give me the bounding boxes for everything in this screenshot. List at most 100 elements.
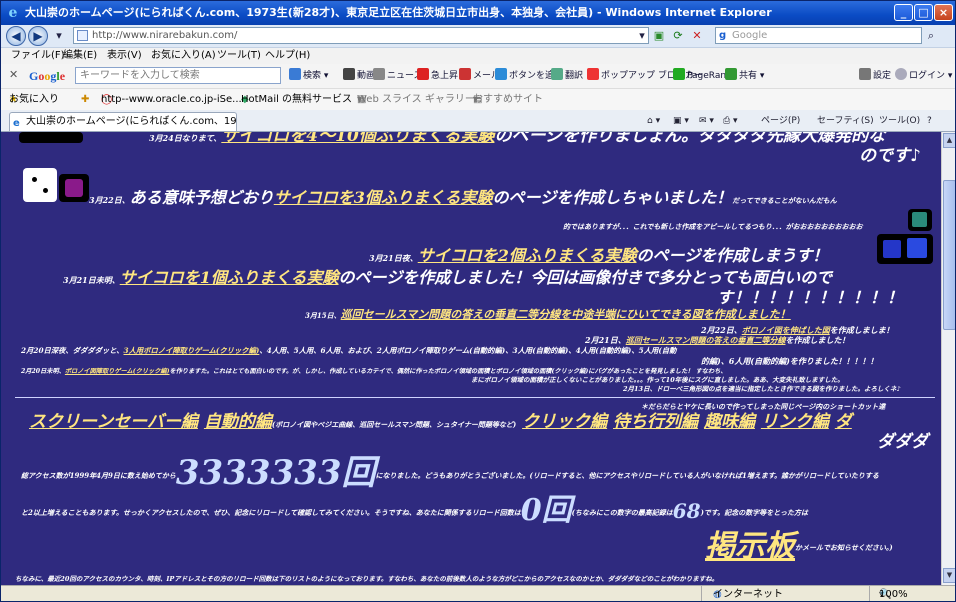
blue-dice-image xyxy=(877,234,933,264)
access-counter: 3333333回 xyxy=(175,453,376,493)
search-placeholder: Google xyxy=(732,30,768,41)
category-end-text: ダダダ xyxy=(877,432,928,452)
dice-4-10-link[interactable]: サイコロを4〜10個ふりまくる実験 xyxy=(221,132,494,146)
recent-pages-dropdown-icon[interactable]: ▾ xyxy=(51,28,67,44)
home-icon[interactable]: ⌂ ▾ xyxy=(647,114,660,128)
read-mail-icon[interactable]: ✉ ▾ xyxy=(699,114,714,128)
menu-file[interactable]: ファイル(F) xyxy=(11,48,65,64)
reload-text: と2以上増えることもあります。せっかくアクセスしたので、ぜひ、記念にリロードして… xyxy=(21,508,521,517)
white-dice-image xyxy=(23,168,57,202)
news-date: 3月21日未明、 xyxy=(63,275,120,285)
hobby-link[interactable]: 趣味編 xyxy=(704,412,755,432)
trending-button[interactable]: 急上昇 xyxy=(417,67,458,86)
maximize-button[interactable]: □ xyxy=(914,4,933,21)
page-menu[interactable]: ページ(P) xyxy=(761,114,800,128)
search-magnifier-icon[interactable]: ⌕ xyxy=(923,28,939,44)
screensaver-link[interactable]: スクリーンセーバー編 xyxy=(29,412,198,432)
tab-current[interactable]: e 大山崇のホームページ(にらればくん.com、1973生(新28... xyxy=(9,112,237,131)
back-arrow-icon[interactable]: ◀ xyxy=(6,26,26,46)
news-text: 2月13日、ドローベ三角形図の点を適当に指定したとき作できる図を作りました。よろ… xyxy=(623,385,901,393)
google-logo: Google xyxy=(29,69,66,83)
help-icon[interactable]: ? xyxy=(927,114,932,128)
tab-ie-icon: e xyxy=(13,118,20,129)
news-button[interactable]: ニュース xyxy=(373,67,423,86)
stop-icon[interactable]: ✕ xyxy=(689,28,705,44)
search-box[interactable]: g Google xyxy=(715,27,922,44)
menu-tools[interactable]: ツール(T) xyxy=(217,48,261,64)
favorite-suggested[interactable]: ▤ おすすめサイト ▾ xyxy=(473,89,543,110)
video-button[interactable]: 動画 xyxy=(343,67,375,86)
tsp-bisector-link[interactable]: 巡回セールスマン問題の答えの垂直二等分線を中途半端にひいてできる図を作成しました… xyxy=(341,308,791,321)
vertical-scrollbar[interactable]: ▲ ▼ xyxy=(941,132,955,585)
tools-menu[interactable]: ツール(O) xyxy=(879,114,920,128)
queue-link[interactable]: 待ち行列編 xyxy=(613,412,698,432)
link-link[interactable]: リンク編 xyxy=(761,412,829,432)
voronoi-game-3p-link[interactable]: 3人用ボロノイ陣取りゲーム(クリック編) xyxy=(124,346,260,355)
close-button[interactable]: × xyxy=(934,4,953,21)
access-text: 総アクセス数が1999年4月9日に数え始めてから xyxy=(21,471,176,480)
dice-1-link[interactable]: サイコロを1個ふりまくる実験 xyxy=(120,268,339,287)
scroll-down-icon[interactable]: ▼ xyxy=(943,568,955,583)
forward-arrow-icon[interactable]: ▶ xyxy=(28,26,48,46)
news-small-text: 的ではありますが．．．これでも新しさ作成をアピールしてるつもり．．．がおおおおお… xyxy=(563,222,863,231)
print-icon[interactable]: ⎙ ▾ xyxy=(723,114,738,128)
menu-favorites[interactable]: お気に入り(A) xyxy=(151,48,216,64)
news-text: す！！！！！！！！！！ xyxy=(717,288,905,307)
news-date: 3月22日、 xyxy=(89,195,130,205)
menu-edit[interactable]: 編集(E) xyxy=(63,48,97,64)
category-links: スクリーンセーバー編 自動的編(ボロノイ図やベジエ曲線、巡回セールスマン問題、シ… xyxy=(29,412,852,435)
translate-button[interactable]: 翻訳 xyxy=(551,67,583,86)
compatibility-icon[interactable]: ▣ xyxy=(651,28,667,44)
address-bar[interactable]: http://www.nirarebakun.com/ xyxy=(73,27,649,44)
auto-sub-text: (ボロノイ図やベジエ曲線、巡回セールスマン問題、シュタイナー問題等など) xyxy=(271,420,517,429)
address-dropdown-icon[interactable]: ▾ xyxy=(634,28,650,44)
minimize-button[interactable]: _ xyxy=(894,4,913,21)
auto-link[interactable]: 自動的編 xyxy=(204,412,272,432)
dice-2-link[interactable]: サイコロを2個ふりまくる実験 xyxy=(418,246,637,265)
voronoi-game-click-link[interactable]: ボロノイ図陣取りゲーム(クリック編) xyxy=(65,368,170,375)
ie-logo-icon: e xyxy=(8,5,18,21)
dice-image-strip xyxy=(19,132,83,143)
google-search-button[interactable]: 検索 ▾ xyxy=(289,67,328,86)
green-dice-image xyxy=(908,209,932,231)
scroll-thumb[interactable] xyxy=(943,180,955,330)
reload-max: 68 xyxy=(672,499,701,523)
mail-button[interactable]: メール xyxy=(459,67,500,86)
window-title: 大山崇のホームページ(にらればくん.com、1973生(新28才)、東京足立区在… xyxy=(25,6,772,19)
share-button[interactable]: 共有 ▾ xyxy=(725,67,764,86)
bbs-link[interactable]: 掲示板 xyxy=(705,529,795,564)
news-date: 3月15日、 xyxy=(305,311,341,320)
dadada-link[interactable]: ダ xyxy=(835,412,852,432)
safety-menu[interactable]: セーフティ(S) xyxy=(817,114,874,128)
voronoi-extended-link[interactable]: ボロノイ図を伸ばした図 xyxy=(742,325,830,335)
purple-dice-image xyxy=(59,174,89,202)
reload-counter: 0回 xyxy=(520,493,572,528)
google-search-input[interactable]: キーワードを入力して検索 xyxy=(75,67,281,84)
google-search-icon: g xyxy=(719,30,727,41)
news-date: 3月24日なりまて、 xyxy=(149,133,222,143)
news-date: 2月22日、 xyxy=(701,325,742,335)
menu-view[interactable]: 表示(V) xyxy=(107,48,142,64)
news-text-end: のです♪ xyxy=(859,146,921,166)
click-link[interactable]: クリック編 xyxy=(522,412,607,432)
log-text: ちなみに、最近20回のアクセスのカウンタ、時刻、IPアドレスとその方のリロード回… xyxy=(15,575,719,583)
shortcut-note: ＊だらだらとヤケに長いので作ってしまった同じページ内のショートカット達 xyxy=(641,402,886,411)
favorite-webslice[interactable]: ▦ Web スライス ギャラリー ▾ xyxy=(357,89,475,110)
news-text: 的編)、6人用(自動的編)を作りました！！！！！ xyxy=(701,356,878,366)
login-button[interactable]: ログイン ▾ xyxy=(895,67,952,86)
pagerank-button[interactable]: PageRank xyxy=(673,67,731,86)
add-favorite-icon[interactable]: ✚ xyxy=(81,89,89,110)
toolbar-close-icon[interactable]: ✕ xyxy=(9,68,18,81)
google-toolbar: ✕ Google キーワードを入力して検索 検索 ▾ 動画 ニュース 急上昇 メ… xyxy=(1,64,955,89)
dice-3-link[interactable]: サイコロを3個ふりまくる実験 xyxy=(274,188,493,207)
settings-button[interactable]: 設定 xyxy=(859,67,891,86)
page-content: 3月24日なりまて、サイコロを4〜10個ふりまくる実験のページを作りましょん。ダ… xyxy=(1,132,941,585)
news-text: まにボロノイ領域の面積が正しくないことがありました。。。作って10年後にスグに直… xyxy=(471,376,844,384)
menu-bar: ファイル(F) 編集(E) 表示(V) お気に入り(A) ツール(T) ヘルプ(… xyxy=(1,48,955,64)
zoom-level[interactable]: 🔍 100% ▾ xyxy=(879,586,908,601)
scroll-up-icon[interactable]: ▲ xyxy=(943,133,955,148)
refresh-icon[interactable]: ⟳ xyxy=(670,28,686,44)
menu-help[interactable]: ヘルプ(H) xyxy=(265,48,310,64)
feeds-icon[interactable]: ▣ ▾ xyxy=(673,114,689,128)
tsp-perpendicular-link[interactable]: 巡回セールスマン問題の答えの垂直二等分線 xyxy=(626,335,786,345)
